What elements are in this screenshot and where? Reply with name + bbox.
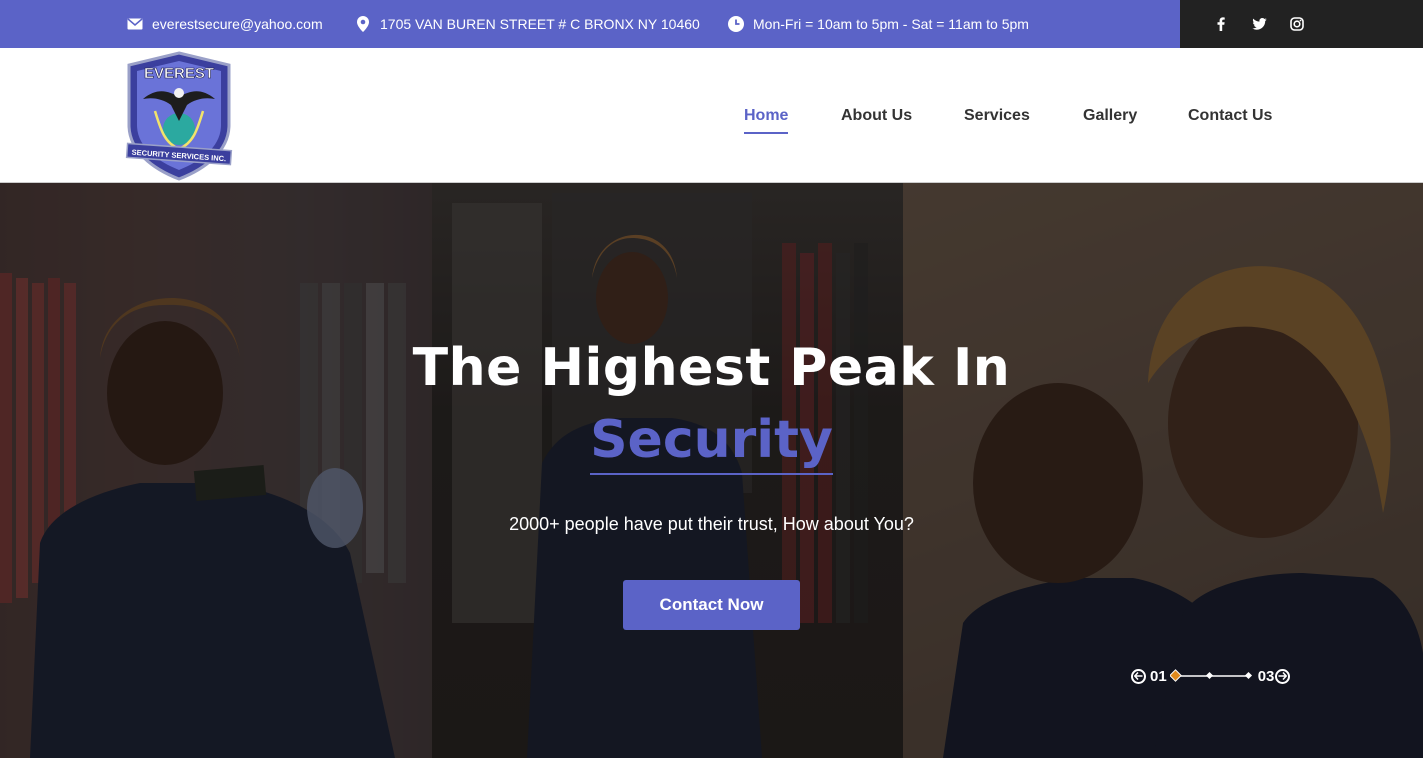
twitter-icon[interactable] (1240, 0, 1278, 48)
slider-dot-3[interactable] (1244, 671, 1252, 680)
slider-prev-icon[interactable] (1131, 668, 1146, 684)
instagram-icon[interactable] (1278, 0, 1316, 48)
logo-top-text: EVEREST (144, 65, 214, 82)
nav-item-about-us[interactable]: About Us (841, 107, 912, 125)
nav-item-home[interactable]: Home (744, 107, 789, 134)
facebook-icon[interactable] (1202, 0, 1240, 48)
nav-item-services[interactable]: Services (964, 107, 1030, 125)
slider-dot-2[interactable] (1205, 671, 1213, 680)
slider-current: 01 (1150, 667, 1167, 685)
address-info: 1705 VAN BUREN STREET # C BRONX NY 10460 (354, 0, 700, 48)
slider-dot-1[interactable] (1169, 669, 1182, 682)
slider-progress-track[interactable] (1169, 669, 1256, 683)
hero-accent-text: Security (590, 409, 833, 475)
hero-accent-wrap: Security (0, 409, 1423, 475)
hero-slider: The Highest Peak In Security 2000+ peopl… (0, 183, 1423, 758)
hours-text: Mon-Fri = 10am to 5pm - Sat = 11am to 5p… (753, 16, 1029, 32)
hero-title: The Highest Peak In (412, 338, 1011, 398)
slider-next-icon[interactable] (1275, 668, 1291, 684)
contact-now-button[interactable]: Contact Now (623, 580, 800, 630)
site-header: SECURITY SERVICES INC. EVEREST Home Abou… (0, 48, 1423, 183)
address-text: 1705 VAN BUREN STREET # C BRONX NY 10460 (380, 16, 700, 32)
social-links (1180, 0, 1423, 48)
hours-info: Mon-Fri = 10am to 5pm - Sat = 11am to 5p… (727, 0, 1029, 48)
nav-item-contact-us[interactable]: Contact Us (1188, 107, 1272, 125)
slider-total: 03 (1257, 667, 1275, 685)
hero-subtitle: 2000+ people have put their trust, How a… (509, 514, 914, 534)
company-logo[interactable]: SECURITY SERVICES INC. EVEREST (125, 51, 233, 181)
nav-item-gallery[interactable]: Gallery (1083, 107, 1137, 125)
email-info[interactable]: everestsecure@yahoo.com (126, 0, 323, 48)
email-text[interactable]: everestsecure@yahoo.com (152, 16, 323, 32)
envelope-icon (126, 15, 144, 33)
clock-icon (727, 15, 745, 33)
map-pin-icon (354, 15, 372, 33)
slider-controls: 01 03 (1131, 666, 1291, 686)
top-info-bar: everestsecure@yahoo.com 1705 VAN BUREN S… (0, 0, 1423, 48)
